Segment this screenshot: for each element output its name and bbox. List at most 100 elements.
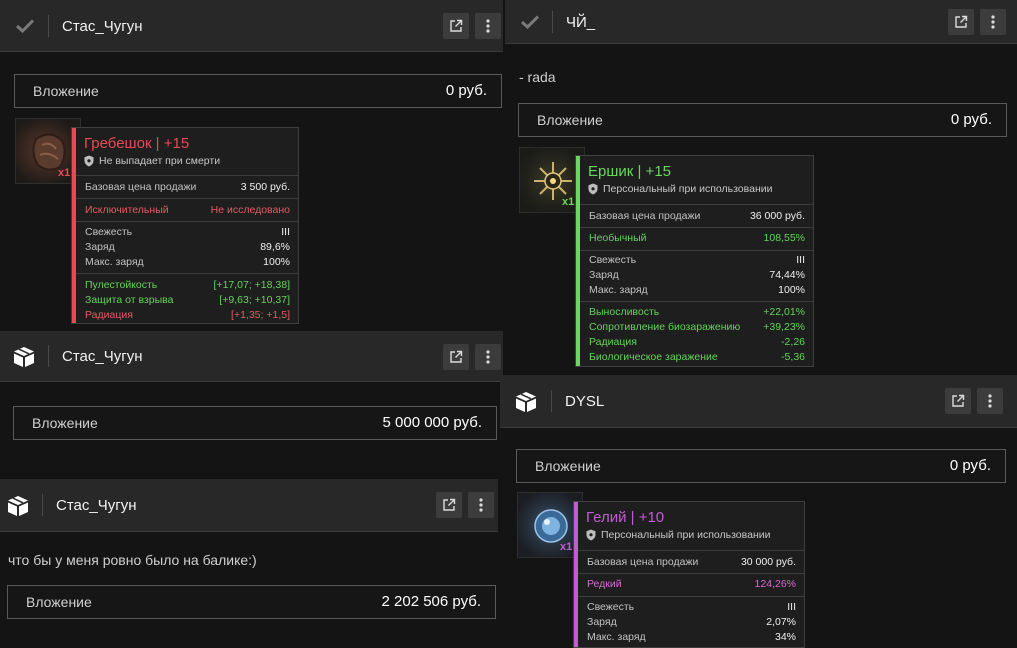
item-title: Гребешок | +15 [84,135,190,152]
lot-comment: что бы у меня ровно было на балике:) [8,552,257,568]
lot-comment: - rada [519,69,556,85]
investment-label: Вложение [26,594,92,610]
stat-row: Макс. заряд 100% [589,283,805,296]
stat-row: Свежесть III [587,600,796,613]
item-tooltip: Гелий | +10 Персональный при использован… [573,501,805,648]
external-link-icon [955,15,968,28]
player-name[interactable]: DYSL [565,375,604,428]
effect-row: Биологическое заражение -5,36 [589,350,805,363]
price-row: Базовая цена продажи 30 000 руб. [587,555,796,568]
item-subtitle: Не выпадает при смерти [99,155,221,167]
item-subtitle: Персональный при использовании [601,529,771,541]
check-icon[interactable] [7,0,43,52]
investment-field: Вложение 0 руб. [516,449,1006,483]
stat-row: Свежесть III [85,225,290,238]
lot-card: ЧЙ_ - rada Вложение 0 руб. x1 Ершик | +1… [505,0,1017,374]
stat-row: Макс. заряд 100% [85,255,290,268]
investment-field: Вложение 0 руб. [518,103,1007,137]
external-link-icon [952,394,965,407]
item-tooltip: Ершик | +15 Персональный при использован… [575,155,814,367]
item-subtitle-row: Персональный при использовании [586,529,770,541]
stat-row: Свежесть III [589,253,805,266]
item-subtitle: Персональный при использовании [603,183,773,195]
divider [48,345,49,367]
open-link-button[interactable] [945,388,971,414]
item-quantity: x1 [58,167,71,179]
investment-value: 0 руб. [950,111,992,128]
price-row: Базовая цена продажи 3 500 руб. [85,180,290,193]
open-link-button[interactable] [443,344,469,370]
box-icon [508,375,544,428]
open-link-button[interactable] [443,13,469,39]
more-vertical-icon [486,350,490,364]
check-icon[interactable] [512,0,548,44]
shield-icon [586,529,596,541]
player-name[interactable]: Стас_Чугун [62,0,142,52]
lot-card: DYSL Вложение 0 руб. x1 Гелий | +10 Перс… [500,375,1017,648]
investment-field: Вложение 2 202 506 руб. [7,585,496,619]
card-header: Стас_Чугун [0,331,503,382]
investment-label: Вложение [33,83,99,99]
external-link-icon [443,498,456,511]
investment-field: Вложение 5 000 000 руб. [13,406,497,440]
lot-card: Стас_Чугун Вложение 5 000 000 руб. [0,331,503,479]
open-link-button[interactable] [948,9,974,35]
effect-row: Сопротивление биозаражению +39,23% [589,320,805,333]
rarity-row: Необычный 108,55% [589,231,805,244]
more-menu-button[interactable] [980,9,1006,35]
item-subtitle-row: Персональный при использовании [588,183,772,195]
item-title: Гелий | +10 [586,509,665,526]
item-quantity: x1 [562,196,575,208]
investment-label: Вложение [535,458,601,474]
external-link-icon [450,19,463,32]
stat-row: Макс. заряд 34% [587,630,796,643]
more-menu-button[interactable] [977,388,1003,414]
investment-field: Вложение 0 руб. [14,74,502,108]
effect-row: Выносливость +22,01% [589,305,805,318]
player-name[interactable]: Стас_Чугун [56,479,136,532]
more-vertical-icon [479,498,483,512]
player-name[interactable]: ЧЙ_ [566,0,595,44]
investment-value: 5 000 000 руб. [382,414,483,431]
effect-row: Пулестойкость [+17,07; +18,38] [85,278,290,291]
lot-card: Стас_Чугун что бы у меня ровно было на б… [0,479,498,648]
stat-row: Заряд 2,07% [587,615,796,628]
card-header: DYSL [500,375,1017,428]
investment-value: 0 руб. [445,82,487,99]
lot-card: Стас_Чугун Вложение 0 руб. x1 Гребешок |… [0,0,503,330]
card-header: Стас_Чугун [0,0,503,52]
effect-row: Радиация [+1,35; +1,5] [85,308,290,321]
divider [552,10,553,33]
item-tooltip: Гребешок | +15 Не выпадает при смерти Ба… [71,127,299,324]
more-vertical-icon [486,19,490,33]
effect-row: Защита от взрыва [+9,63; +10,37] [85,293,290,306]
external-link-icon [450,350,463,363]
more-menu-button[interactable] [475,344,501,370]
rarity-row: Исключительный Не исследовано [85,203,290,216]
divider [48,14,49,37]
shield-icon [84,155,94,167]
card-header: ЧЙ_ [505,0,1017,44]
more-menu-button[interactable] [468,492,494,518]
price-row: Базовая цена продажи 36 000 руб. [589,209,805,222]
item-quantity: x1 [560,541,573,553]
box-icon [6,331,42,382]
stat-row: Заряд 74,44% [589,268,805,281]
more-vertical-icon [991,15,995,29]
player-name[interactable]: Стас_Чугун [62,331,142,382]
investment-value: 0 руб. [949,457,991,474]
more-vertical-icon [988,394,992,408]
item-title: Ершик | +15 [588,163,671,180]
more-menu-button[interactable] [475,13,501,39]
card-header: Стас_Чугун [0,479,498,532]
rarity-row: Редкий 124,26% [587,577,796,590]
divider [42,494,43,516]
item-subtitle-row: Не выпадает при смерти [84,155,220,167]
effect-row: Радиация -2,26 [589,335,805,348]
box-icon [0,479,36,532]
shield-icon [588,183,598,195]
investment-label: Вложение [32,415,98,431]
open-link-button[interactable] [436,492,462,518]
investment-label: Вложение [537,112,603,128]
investment-value: 2 202 506 руб. [381,593,482,610]
